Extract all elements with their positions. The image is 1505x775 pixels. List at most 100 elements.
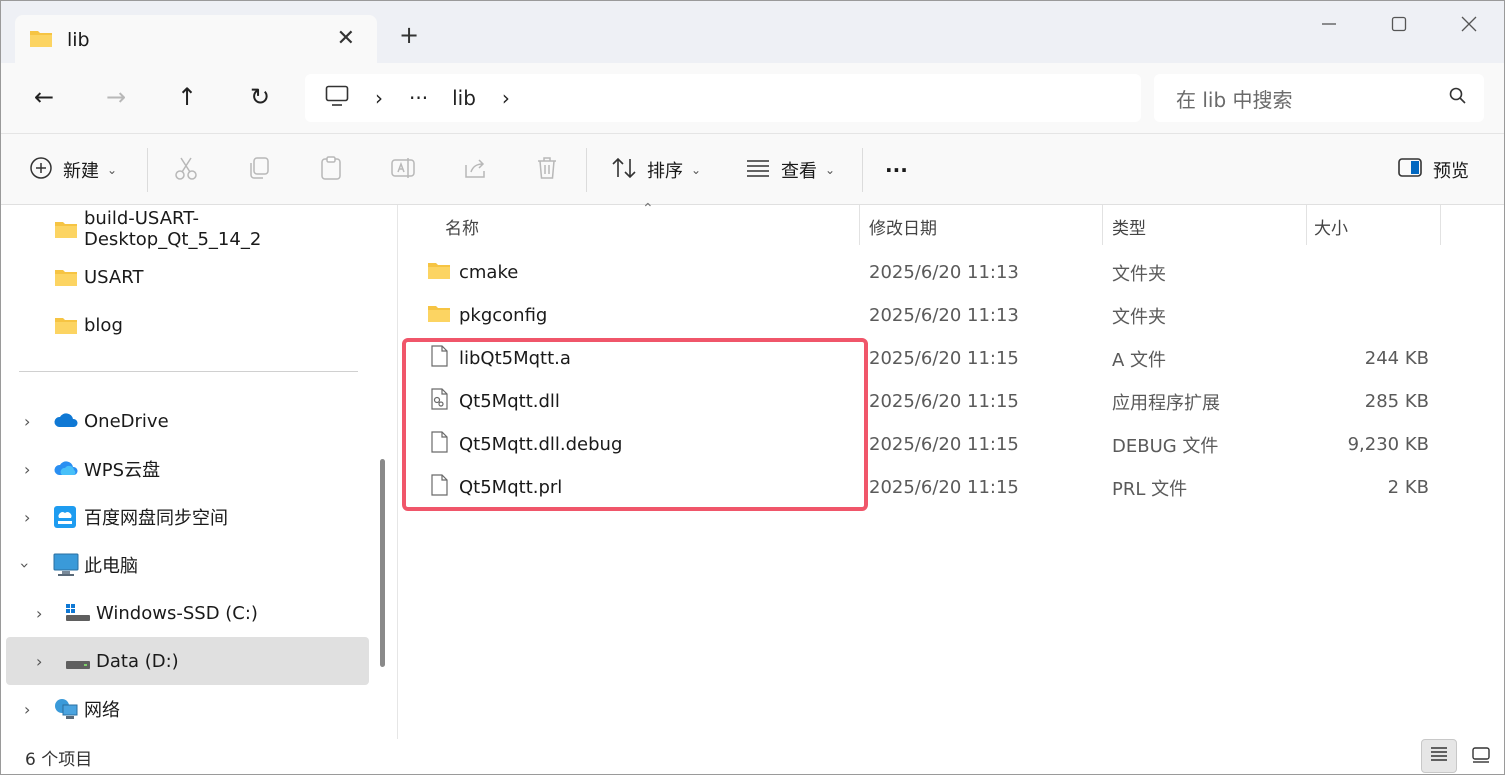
share-icon: [462, 155, 488, 186]
file-explorer-window: lib ✕ + ← → ↑ ↻ › ··· lib › 在 lib 中搜索 新建…: [0, 0, 1505, 775]
breadcrumb-lib[interactable]: lib: [452, 86, 476, 110]
chevron-right-icon[interactable]: ›: [24, 412, 30, 431]
sidebar-item-label: 网络: [84, 700, 120, 721]
search-box[interactable]: 在 lib 中搜索: [1154, 74, 1484, 122]
refresh-button[interactable]: ↻: [243, 83, 277, 111]
new-button[interactable]: 新建 ⌄: [29, 134, 117, 206]
share-button[interactable]: [462, 134, 488, 206]
window-controls: [1294, 1, 1504, 47]
preview-pane-button[interactable]: 预览: [1397, 134, 1469, 206]
sidebar-item-label: Windows-SSD (C:): [96, 602, 258, 624]
cut-button[interactable]: [173, 134, 199, 206]
toolbar-separator: [147, 148, 148, 192]
sidebar-item-baidu-netdisk[interactable]: › 百度网盘同步空间: [6, 493, 369, 541]
sidebar-item-label: 此电脑: [84, 556, 138, 577]
column-header-type[interactable]: 类型: [1112, 205, 1146, 247]
details-view-button[interactable]: [1421, 739, 1457, 773]
file-modified: 2025/6/20 11:13: [869, 305, 1019, 326]
back-button[interactable]: ←: [27, 83, 61, 111]
toolbar-separator: [862, 148, 863, 192]
sidebar-item-label: build-USART-Desktop_Qt_5_14_2: [84, 208, 262, 250]
folder-icon: [427, 303, 451, 328]
chevron-down-icon[interactable]: ›: [16, 562, 35, 568]
sidebar-item-build-usart[interactable]: build-USART-Desktop_Qt_5_14_2: [6, 205, 369, 253]
tab-lib[interactable]: lib ✕: [15, 15, 377, 65]
table-row[interactable]: cmake 2025/6/20 11:13 文件夹: [399, 251, 1504, 294]
copy-button[interactable]: [246, 134, 272, 206]
sidebar-scrollbar[interactable]: [380, 459, 385, 667]
chevron-right-icon[interactable]: ›: [24, 508, 30, 527]
folder-icon: [54, 219, 78, 244]
sidebar-item-blog[interactable]: blog: [6, 301, 369, 349]
tiles-view-button[interactable]: [1466, 743, 1496, 771]
tab-close-icon[interactable]: ✕: [337, 26, 355, 51]
sidebar-item-usart[interactable]: USART: [6, 253, 369, 301]
sidebar-divider: [19, 371, 358, 372]
list-view-icon: [745, 158, 771, 183]
file-size: 285 KB: [1364, 391, 1429, 412]
maximize-button[interactable]: [1364, 1, 1434, 47]
chevron-right-icon[interactable]: ›: [24, 700, 30, 719]
column-header-modified[interactable]: 修改日期: [869, 205, 937, 247]
column-header-name[interactable]: 名称: [445, 205, 479, 247]
minimize-button[interactable]: [1294, 1, 1364, 47]
chevron-right-icon[interactable]: ›: [24, 460, 30, 479]
column-divider[interactable]: [859, 205, 860, 245]
column-divider[interactable]: [1102, 205, 1103, 245]
sidebar-item-wps-cloud[interactable]: › WPS云盘: [6, 445, 369, 493]
network-icon: [53, 697, 79, 726]
view-button[interactable]: 查看 ⌄: [745, 134, 835, 206]
search-input[interactable]: 在 lib 中搜索: [1176, 84, 1293, 113]
sidebar-item-drive-d[interactable]: › Data (D:): [6, 637, 369, 685]
address-bar[interactable]: › ··· lib ›: [305, 74, 1141, 122]
onedrive-icon: [53, 411, 79, 434]
sidebar-item-label: blog: [84, 314, 123, 336]
view-button-label: 查看: [781, 161, 817, 182]
file-name: pkgconfig: [459, 305, 548, 326]
file-size: 2 KB: [1387, 477, 1429, 498]
file-modified: 2025/6/20 11:15: [869, 391, 1019, 412]
drive-c-icon: [65, 603, 91, 628]
sidebar-item-network[interactable]: › 网络: [6, 685, 369, 733]
new-tab-button[interactable]: +: [399, 21, 419, 49]
column-header-size[interactable]: 大小: [1314, 205, 1348, 247]
preview-pane-icon: [1397, 157, 1423, 184]
sort-button[interactable]: 排序 ⌄: [611, 134, 701, 206]
plus-circle-icon: [29, 156, 53, 185]
clipboard-icon: [318, 155, 344, 186]
sidebar-item-onedrive[interactable]: › OneDrive: [6, 397, 369, 445]
delete-button[interactable]: [534, 134, 560, 206]
file-type: DEBUG 文件: [1112, 435, 1219, 457]
table-row[interactable]: pkgconfig 2025/6/20 11:13 文件夹: [399, 294, 1504, 337]
paste-button[interactable]: [318, 134, 344, 206]
navigation-pane: build-USART-Desktop_Qt_5_14_2 USART blog…: [1, 205, 385, 739]
file-name: cmake: [459, 262, 519, 283]
pane-divider[interactable]: [397, 205, 398, 739]
monitor-icon[interactable]: [325, 85, 349, 111]
sidebar-item-this-pc[interactable]: › 此电脑: [6, 541, 369, 589]
folder-icon: [54, 267, 78, 292]
this-pc-icon: [53, 553, 79, 582]
up-button[interactable]: ↑: [170, 83, 204, 111]
chevron-right-icon[interactable]: ›: [36, 604, 42, 623]
chevron-right-icon[interactable]: ›: [36, 652, 42, 671]
column-divider[interactable]: [1306, 205, 1307, 245]
wps-cloud-icon: [53, 459, 79, 482]
column-divider[interactable]: [1440, 205, 1441, 245]
search-icon[interactable]: [1448, 86, 1468, 110]
breadcrumb-overflow[interactable]: ···: [409, 86, 428, 110]
file-type: 文件夹: [1112, 263, 1166, 285]
more-options-button[interactable]: ···: [885, 134, 908, 206]
sidebar-item-label: OneDrive: [84, 410, 169, 432]
breadcrumb-chevron[interactable]: ›: [375, 86, 383, 110]
close-window-button[interactable]: [1434, 1, 1504, 47]
address-row: ← → ↑ ↻ › ··· lib › 在 lib 中搜索: [1, 63, 1504, 133]
breadcrumb-chevron[interactable]: ›: [502, 86, 510, 110]
tab-title: lib: [67, 29, 90, 51]
rename-button[interactable]: [390, 134, 416, 206]
chevron-down-icon: ⌄: [691, 163, 702, 177]
forward-button[interactable]: →: [99, 83, 133, 111]
sort-icon: [611, 156, 637, 185]
sidebar-item-label: 百度网盘同步空间: [84, 508, 228, 529]
sidebar-item-drive-c[interactable]: › Windows-SSD (C:): [6, 589, 369, 637]
